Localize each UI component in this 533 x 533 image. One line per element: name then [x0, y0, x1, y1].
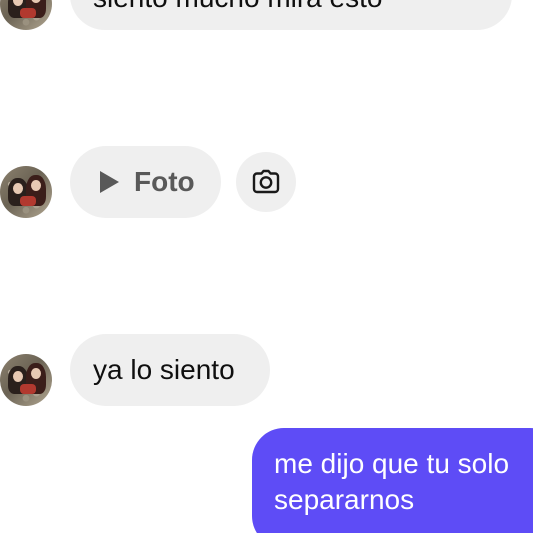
message-text-line: separarnos [274, 484, 415, 515]
photo-label: Foto [134, 166, 195, 197]
message-bubble-outgoing[interactable]: me dijo que tu solo separarnos [252, 428, 533, 533]
camera-button[interactable] [236, 152, 296, 212]
contact-avatar[interactable] [0, 166, 52, 218]
message-text: ya lo siento [93, 354, 235, 385]
play-icon [100, 171, 119, 193]
message-text: siento mucho mira esto [93, 0, 382, 13]
message-text-line: me dijo que tu solo [274, 448, 510, 479]
message-bubble-incoming[interactable]: ya lo siento [70, 334, 270, 406]
photo-message-bubble[interactable]: Foto [70, 146, 221, 218]
contact-avatar[interactable] [0, 0, 52, 30]
camera-icon [252, 169, 280, 194]
message-bubble-incoming[interactable]: siento mucho mira esto [70, 0, 512, 30]
chat-thread: siento mucho mira esto Foto ya lo siento… [0, 0, 533, 533]
contact-avatar[interactable] [0, 354, 52, 406]
